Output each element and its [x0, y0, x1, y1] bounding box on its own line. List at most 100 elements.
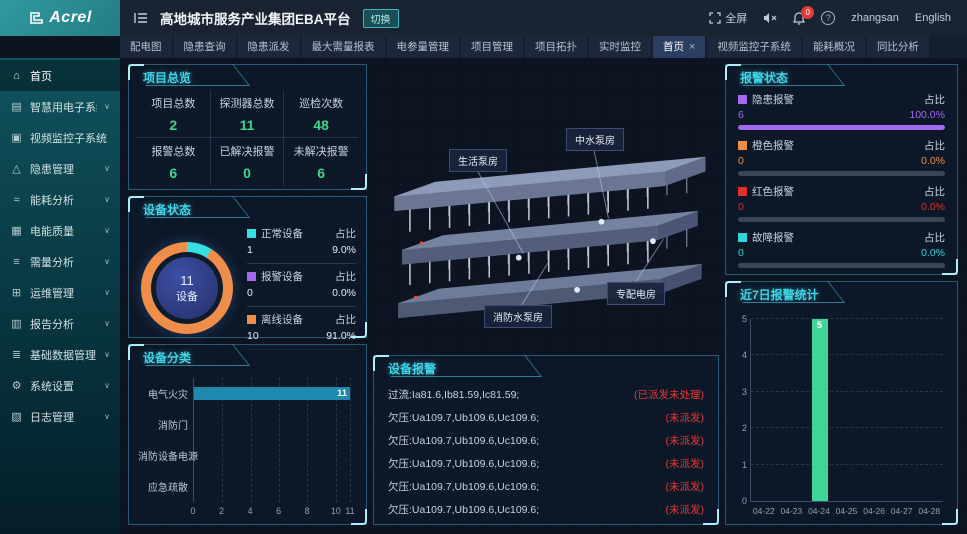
sidebar-item-warning[interactable]: △隐患管理∨: [0, 153, 120, 184]
building-label-fire-pump-room[interactable]: 消防水泵房: [484, 305, 552, 328]
device-count: 10: [247, 330, 259, 342]
sidebar-item-power-quality[interactable]: ▦电能质量∨: [0, 215, 120, 246]
ratio-label: 占比: [335, 269, 356, 284]
notifications-button[interactable]: 0: [793, 12, 805, 25]
progress-fill: [738, 125, 945, 130]
alarm-row[interactable]: 欠压:Ua109.7,Ub109.6,Uc109.6;(未派发): [388, 406, 704, 428]
tab-2[interactable]: 隐患查询: [174, 36, 236, 58]
tab-close-icon[interactable]: ×: [689, 36, 695, 58]
alarm-text: 欠压:Ua109.7,Ub109.6,Uc109.6;: [388, 410, 539, 425]
help-icon[interactable]: ?: [821, 11, 835, 25]
tab-8[interactable]: 实时监控: [589, 36, 651, 58]
sidebar-item-energy[interactable]: ≈能耗分析∨: [0, 184, 120, 215]
stat-value: 2: [169, 117, 177, 133]
panel-title: 设备分类: [129, 345, 366, 366]
tab-bar: 配电图隐患查询隐患派发最大需量报表电参量管理项目管理项目拓扑实时监控首页× 视频监…: [120, 36, 967, 58]
device-status-panel: 设备状态 11 设备 正常设备占比19.0%报警设备占比00.0%离: [128, 196, 367, 338]
tab-4[interactable]: 最大需量报表: [302, 36, 385, 58]
sidebar-item-gear[interactable]: ⚙系统设置∨: [0, 370, 120, 401]
tab-label: 隐患派发: [248, 36, 290, 58]
ratio-label: 占比: [924, 184, 945, 199]
y-tick-label: 2: [742, 423, 751, 433]
stat-value: 0: [243, 165, 251, 181]
sidebar-item-database[interactable]: ≣基础数据管理∨: [0, 339, 120, 370]
fullscreen-button[interactable]: 全屏: [709, 10, 747, 26]
alarm-text: 过流:Ia81.6,Ib81.59,Ic81.59;: [388, 387, 519, 402]
donut-ring: 11 设备: [141, 242, 233, 334]
tab-label: 最大需量报表: [312, 36, 375, 58]
y-tick-label: 4: [742, 350, 751, 360]
alarm-row[interactable]: 欠压:Ua109.7,Ub109.6,Uc109.6;(未派发): [388, 452, 704, 474]
panel-title: 设备报警: [374, 356, 718, 377]
tab-6[interactable]: 项目管理: [461, 36, 523, 58]
sidebar-item-demand[interactable]: ≡需量分析∨: [0, 246, 120, 277]
y-tick-label: 0: [742, 496, 751, 506]
tab-label: 配电图: [130, 36, 162, 58]
tab-10[interactable]: 视频监控子系统: [707, 36, 801, 58]
sidebar-item-home[interactable]: ⌂首页: [0, 60, 120, 91]
tab-9[interactable]: 首页×: [653, 36, 705, 58]
tab-7[interactable]: 项目拓扑: [525, 36, 587, 58]
weekly-bar[interactable]: 5: [812, 319, 828, 501]
legend-row: 1091.0%: [247, 330, 356, 342]
alarm-row[interactable]: 欠压:Ua109.7,Ub109.6,Uc109.6;(未派发): [388, 429, 704, 451]
alarm-row[interactable]: 过流:Ia81.6,Ib81.59,Ic81.59;(已派发未处理): [388, 383, 704, 405]
legend-row: 00.0%: [247, 287, 356, 299]
legend-color-swatch: [247, 229, 256, 238]
alarm-row[interactable]: 欠压:Ua109.7,Ub109.6,Uc109.6;(未派发): [388, 498, 704, 520]
alarm-status-list: 隐患报警占比6100.0%橙色报警占比00.0%红色报警占比00.0%故障报警占…: [726, 86, 957, 268]
device-count: 0: [247, 287, 253, 299]
legend-color-swatch: [738, 141, 747, 150]
alarm-dot: [420, 241, 423, 244]
overview-stats-grid: 项目总数2探测器总数11巡检次数48报警总数6已解决报警0未解决报警6: [137, 90, 358, 186]
sidebar-item-video[interactable]: ▣视频监控子系统: [0, 122, 120, 153]
chevron-down-icon: ∨: [104, 381, 110, 390]
tab-1[interactable]: 配电图: [120, 36, 172, 58]
alarm-status-row: 隐患报警占比: [738, 92, 945, 107]
language-switch[interactable]: English: [915, 12, 951, 24]
tab-label: 视频监控子系统: [717, 36, 791, 58]
chevron-down-icon: ∨: [104, 288, 110, 297]
x-tick-label: 04-25: [833, 506, 861, 520]
alarm-status-row: 故障报警占比: [738, 230, 945, 245]
building-label-life-pump-room[interactable]: 生活泵房: [449, 149, 507, 172]
overview-stat: 项目总数2: [137, 90, 211, 138]
device-status-body: 11 设备 正常设备占比19.0%报警设备占比00.0%离线设备占比1091.0…: [129, 218, 366, 356]
alarm-status: (未派发): [666, 502, 705, 517]
x-tick-label: 04-22: [750, 506, 778, 520]
donut-center-label: 设备: [176, 288, 198, 304]
tab-12[interactable]: 同比分析: [867, 36, 929, 58]
body-row: ⌂首页▤智慧用电子系统∨▣视频监控子系统△隐患管理∨≈能耗分析∨▦电能质量∨≡需…: [0, 58, 967, 534]
category-bar[interactable]: 11: [194, 387, 350, 400]
alarm-status-values: 00.0%: [738, 247, 945, 259]
chevron-down-icon: ∨: [104, 350, 110, 359]
building-label-reclaimed-water-pump-room[interactable]: 中水泵房: [566, 128, 624, 151]
energy-icon: ≈: [10, 194, 23, 206]
tab-3[interactable]: 隐患派发: [238, 36, 300, 58]
device-alarms-panel: 设备报警 过流:Ia81.6,Ib81.59,Ic81.59;(已派发未处理)欠…: [373, 355, 719, 525]
stat-label: 已解决报警: [219, 143, 274, 159]
username[interactable]: zhangsan: [851, 12, 899, 24]
chevron-down-icon: ∨: [104, 102, 110, 111]
power-quality-icon: ▦: [10, 224, 23, 237]
sidebar-item-label: 隐患管理: [30, 161, 97, 177]
progress-track: [738, 171, 945, 176]
sidebar-item-ops[interactable]: ⊞运维管理∨: [0, 277, 120, 308]
sidebar-item-chart[interactable]: ▤智慧用电子系统∨: [0, 91, 120, 122]
tab-5[interactable]: 电参量管理: [387, 36, 460, 58]
collapse-sidebar-icon[interactable]: [134, 12, 148, 24]
device-ratio: 9.0%: [332, 244, 356, 256]
alarm-count: 0: [738, 155, 744, 167]
page-title: 高地城市服务产业集团EBA平台: [160, 8, 351, 28]
building-label-distribution-room[interactable]: 专配电房: [607, 282, 665, 305]
x-tick-label: 04-24: [805, 506, 833, 520]
alarm-list: 过流:Ia81.6,Ib81.59,Ic81.59;(已派发未处理)欠压:Ua1…: [374, 377, 718, 524]
mute-button[interactable]: [763, 12, 777, 24]
tab-11[interactable]: 能耗概况: [803, 36, 865, 58]
sidebar-item-label: 报告分析: [30, 316, 97, 332]
switch-project-button[interactable]: 切换: [363, 9, 399, 28]
alarm-row[interactable]: 欠压:Ua109.7,Ub109.6,Uc109.6;(未派发): [388, 475, 704, 497]
sidebar-item-log[interactable]: ▧日志管理∨: [0, 401, 120, 432]
sidebar-item-report[interactable]: ▥报告分析∨: [0, 308, 120, 339]
home-icon: ⌂: [10, 70, 23, 82]
